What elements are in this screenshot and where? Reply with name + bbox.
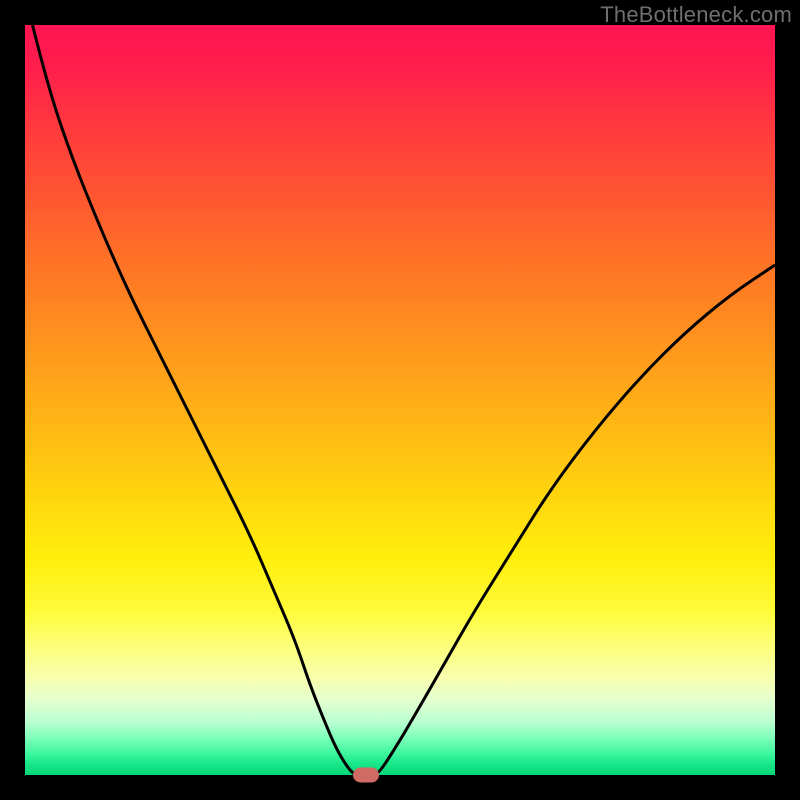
optimum-marker: [353, 768, 379, 783]
bottleneck-curve: [25, 25, 775, 775]
curve-path: [33, 25, 776, 775]
chart-frame: [25, 25, 775, 775]
